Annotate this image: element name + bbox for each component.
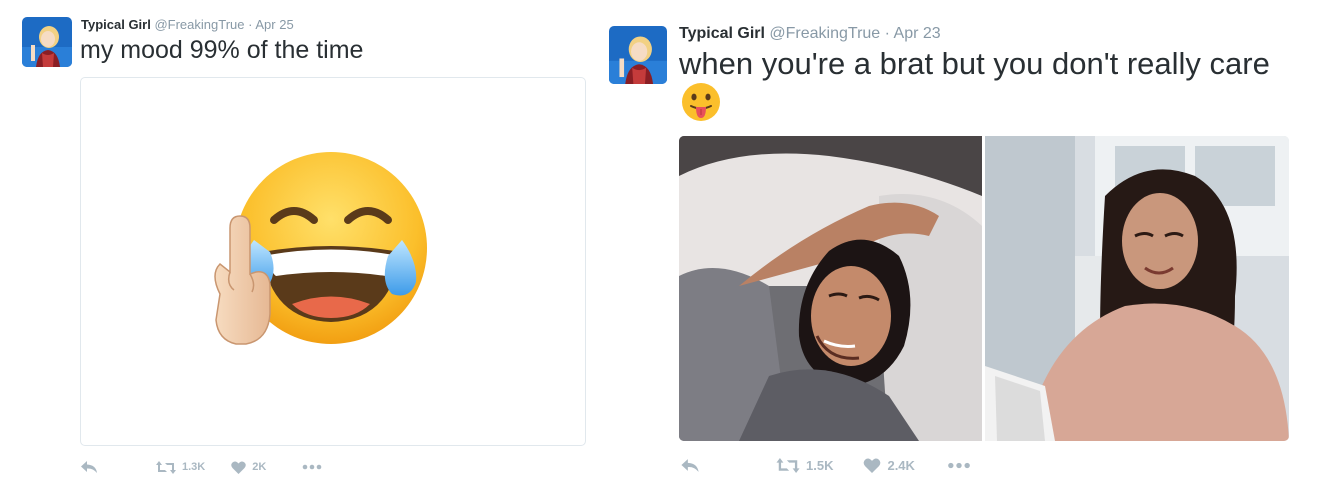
tweet-header: Typical Girl @FreakingTrue · Apr 23 — [679, 25, 941, 43]
like-button[interactable]: 2.4K — [863, 457, 915, 473]
reply-icon — [81, 461, 97, 473]
retweet-count: 1.3K — [182, 461, 206, 473]
like-count: 2.4K — [887, 457, 915, 473]
like-count: 2K — [252, 461, 267, 473]
retweet-button[interactable]: 1.5K — [776, 457, 834, 473]
author-handle[interactable]: @FreakingTrue — [154, 17, 244, 32]
tweet-media[interactable] — [679, 136, 1289, 441]
author-name[interactable]: Typical Girl — [679, 25, 765, 42]
author-name[interactable]: Typical Girl — [81, 17, 151, 32]
face-with-tongue-emoji — [681, 82, 721, 122]
heart-icon — [864, 458, 881, 473]
separator: · — [884, 25, 890, 42]
tweet: Typical Girl @FreakingTrue · Apr 25 my m… — [0, 0, 600, 489]
tweet-actions: 1.3K 2K — [80, 457, 322, 477]
reply-button[interactable] — [80, 460, 98, 474]
more-button[interactable] — [302, 464, 322, 470]
reply-button[interactable] — [680, 458, 700, 473]
tweet: Typical Girl @FreakingTrue · Apr 23 when… — [600, 0, 1320, 489]
laughing-crying-emoji-image — [196, 144, 436, 374]
heart-icon — [231, 460, 246, 474]
woman-laughing-in-bed-photo[interactable] — [679, 136, 982, 441]
avatar[interactable] — [22, 17, 72, 67]
like-button[interactable]: 2K — [231, 460, 267, 474]
tweet-text: when you're a brat but you don't really … — [679, 46, 1270, 81]
tweet-header: Typical Girl @FreakingTrue · Apr 25 — [81, 17, 294, 32]
retweet-icon — [156, 460, 176, 474]
separator: · — [248, 17, 253, 32]
tweet-media[interactable] — [80, 77, 586, 446]
tweet-date[interactable]: Apr 23 — [894, 25, 941, 42]
more-icon — [948, 462, 970, 468]
tweet-actions: 1.5K 2.4K — [680, 455, 971, 475]
tweet-date[interactable]: Apr 25 — [255, 17, 293, 32]
retweet-button[interactable]: 1.3K — [156, 460, 206, 474]
retweet-count: 1.5K — [806, 457, 834, 473]
woman-smiling-at-laptop-photo[interactable] — [985, 136, 1289, 441]
reply-icon — [681, 458, 699, 472]
tweet-text: my mood 99% of the time — [80, 36, 364, 64]
more-button[interactable] — [947, 462, 971, 469]
more-icon — [303, 464, 322, 470]
retweet-icon — [776, 457, 800, 473]
avatar[interactable] — [609, 26, 667, 84]
author-handle[interactable]: @FreakingTrue — [769, 25, 880, 42]
